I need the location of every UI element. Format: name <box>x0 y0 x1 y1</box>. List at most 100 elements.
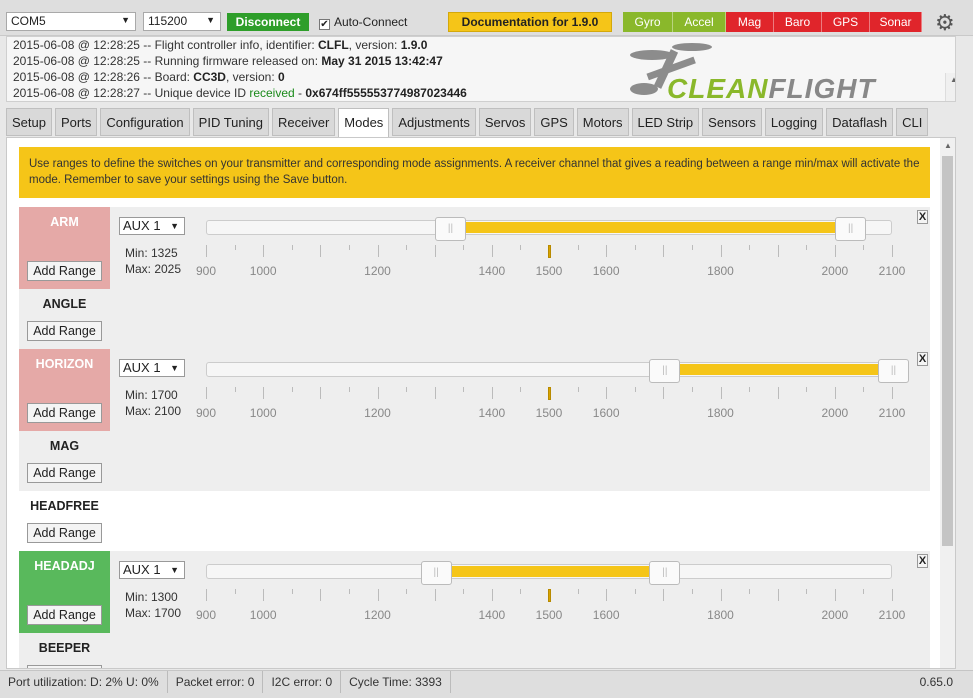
range-min-handle[interactable]: || <box>420 561 452 585</box>
scale-label: 1000 <box>249 406 277 420</box>
channel-select[interactable]: AUX 1 ▼ <box>119 359 185 377</box>
remove-range-button[interactable]: X <box>917 210 928 224</box>
mode-name-box: ARM Add Range <box>19 207 110 289</box>
baud-select[interactable]: 115200 ▼ <box>143 12 221 31</box>
scale-tick <box>777 589 779 601</box>
scroll-up-icon[interactable]: ▲ <box>944 141 952 150</box>
content-scrollbar[interactable]: ▲ <box>940 138 955 668</box>
scale-tick <box>634 589 636 594</box>
tab-ports[interactable]: Ports <box>54 108 98 136</box>
add-range-button[interactable]: Add Range <box>27 665 102 668</box>
add-range-button[interactable]: Add Range <box>27 321 102 341</box>
channel-select[interactable]: AUX 1 ▼ <box>119 561 185 579</box>
scale-tick <box>377 245 379 257</box>
mode-name-box: BEEPER Add Range <box>19 633 110 668</box>
tab-setup[interactable]: Setup <box>6 108 52 136</box>
app-version: 0.65.0 <box>919 675 953 689</box>
mode-name: HEADADJ <box>34 559 95 573</box>
scale-label: 900 <box>195 406 217 420</box>
mode-angle: ANGLE Add Range <box>19 289 930 349</box>
range-slider[interactable]: || || <box>206 561 892 585</box>
log-scrollbar[interactable]: ▲ ▼ <box>945 73 955 101</box>
channel-position-marker <box>548 245 551 258</box>
scale-tick <box>463 589 465 594</box>
scale-tick <box>377 589 379 601</box>
range-max-handle[interactable]: || <box>835 217 867 241</box>
cycle-time: Cycle Time: 3393 <box>341 671 451 693</box>
scroll-up-icon[interactable]: ▲ <box>950 75 955 84</box>
mode-name-box: MAG Add Range <box>19 431 110 491</box>
channel-select[interactable]: AUX 1 ▼ <box>119 217 185 235</box>
range-max-handle[interactable]: || <box>878 359 909 383</box>
scale-label: 1600 <box>592 264 620 278</box>
tab-modes[interactable]: Modes <box>338 108 390 138</box>
range-min-handle[interactable]: || <box>434 217 466 241</box>
mode-name: BEEPER <box>38 641 91 655</box>
channel-value: AUX 1 <box>123 218 161 233</box>
disconnect-button[interactable]: Disconnect <box>227 13 309 31</box>
range-min-handle[interactable]: || <box>649 359 681 383</box>
tab-receiver[interactable]: Receiver <box>271 108 336 136</box>
scale-tick <box>520 387 522 392</box>
scale-tick <box>406 387 408 392</box>
tab-servos[interactable]: Servos <box>478 108 532 136</box>
scale-tick <box>892 387 893 399</box>
range-max: Max: 1700 <box>125 606 182 620</box>
scroll-thumb[interactable] <box>942 156 953 546</box>
range-values: Min: 1325 Max: 2025 <box>125 245 181 277</box>
add-range-button[interactable]: Add Range <box>27 523 102 543</box>
range-slider[interactable]: || || <box>206 217 892 241</box>
scale-tick <box>834 245 836 257</box>
remove-range-button[interactable]: X <box>917 352 928 366</box>
add-range-button[interactable]: Add Range <box>27 403 102 423</box>
range-fill <box>449 222 851 233</box>
documentation-button[interactable]: Documentation for 1.9.0 <box>448 12 612 32</box>
mode-name-box: ANGLE Add Range <box>19 289 110 349</box>
scale-label: 1600 <box>592 406 620 420</box>
add-range-button[interactable]: Add Range <box>27 605 102 625</box>
range-max: Max: 2100 <box>125 404 182 418</box>
scale-label: 1500 <box>535 608 563 622</box>
range-values: Min: 1700 Max: 2100 <box>125 387 181 419</box>
range-slider[interactable]: || || <box>206 359 909 383</box>
tab-adjustments[interactable]: Adjustments <box>392 108 476 136</box>
tab-led-strip[interactable]: LED Strip <box>631 108 700 136</box>
scale-tick <box>291 589 293 594</box>
port-select[interactable]: COM5 ▼ <box>6 12 136 31</box>
scale-tick <box>863 245 865 250</box>
mode-name-box: HEADFREE Add Range <box>19 491 110 551</box>
tab-configuration[interactable]: Configuration <box>100 108 190 136</box>
scale-tick <box>234 387 236 392</box>
tab-dataflash[interactable]: Dataflash <box>826 108 894 136</box>
tab-pid-tuning[interactable]: PID Tuning <box>192 108 269 136</box>
scale-tick <box>720 387 722 399</box>
scale-tick <box>263 245 265 257</box>
scale-tick <box>834 387 836 399</box>
modes-panel: Use ranges to define the switches on you… <box>6 137 956 669</box>
scale-tick <box>263 387 265 399</box>
mode-arm: ARM Add Range AUX 1 ▼ Min: 1325 Max: 2025 || ||… <box>19 207 930 289</box>
tab-motors[interactable]: Motors <box>576 108 629 136</box>
checkbox-icon[interactable]: ✔ <box>319 19 330 30</box>
scale-tick <box>691 387 693 392</box>
chevron-down-icon: ▼ <box>170 221 179 231</box>
tab-logging[interactable]: Logging <box>764 108 824 136</box>
gear-icon[interactable]: ⚙ <box>935 10 955 36</box>
range-max-handle[interactable]: || <box>649 561 681 585</box>
tab-gps[interactable]: GPS <box>534 108 574 136</box>
scale-label: 1800 <box>707 264 734 278</box>
tab-sensors[interactable]: Sensors <box>702 108 762 136</box>
add-range-button[interactable]: Add Range <box>27 261 102 281</box>
log-prefix: 2015-06-08 @ 12:28:25 -- Flight controll… <box>13 38 319 52</box>
port-value: COM5 <box>11 14 46 28</box>
auto-connect-checkbox[interactable]: ✔ Auto-Connect <box>319 15 407 30</box>
tab-cli[interactable]: CLI <box>896 108 929 136</box>
range-fill <box>435 566 665 577</box>
remove-range-button[interactable]: X <box>917 554 928 568</box>
scale-tick <box>749 245 751 250</box>
scale-tick <box>491 245 493 257</box>
log-prefix: 2015-06-08 @ 12:28:26 -- Board: <box>13 70 194 84</box>
i2c-error: I2C error: 0 <box>263 671 342 693</box>
scale-tick <box>892 245 893 257</box>
add-range-button[interactable]: Add Range <box>27 463 102 483</box>
